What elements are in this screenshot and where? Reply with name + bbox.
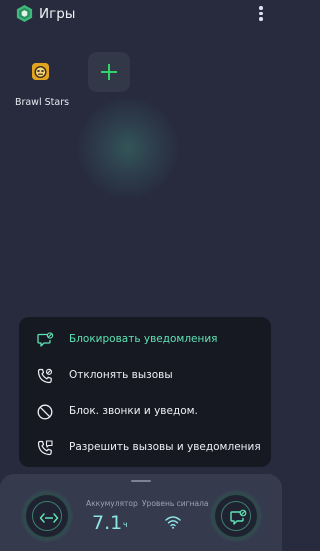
shield-hexagon-logo-icon <box>16 4 33 23</box>
battery-value: 7.1 <box>92 512 123 534</box>
phone-chat-icon <box>37 440 53 456</box>
more-vertical-icon[interactable] <box>254 6 268 22</box>
wifi-icon <box>165 516 181 529</box>
background-glow <box>78 98 178 198</box>
game-label: Brawl Stars <box>14 97 70 108</box>
menu-item-block-notifications[interactable]: Блокировать уведомления <box>19 322 271 358</box>
battery-label: Аккумулятор <box>86 499 138 508</box>
menu-item-label: Разрешить вызовы и уведомления <box>69 441 261 453</box>
menu-item-label: Блок. звонки и уведом. <box>69 405 198 417</box>
game-assistant-panel: Аккумулятор Уровень сигнала 7.1 ч <box>0 474 282 551</box>
phone-block-icon <box>37 368 53 384</box>
menu-item-label: Отклонять вызовы <box>69 369 173 381</box>
swap-arrows-icon <box>39 513 59 523</box>
plus-icon <box>101 64 117 80</box>
add-game-button[interactable] <box>88 52 130 92</box>
notification-mode-button[interactable] <box>213 493 259 539</box>
signal-label: Уровень сигнала <box>142 499 209 508</box>
menu-item-allow-calls-notifications[interactable]: Разрешить вызовы и уведомления <box>19 430 271 466</box>
circle-slash-icon <box>37 404 53 420</box>
brawl-stars-icon <box>32 63 49 80</box>
chat-bubble-block-icon <box>37 332 54 347</box>
drag-handle[interactable] <box>131 480 151 482</box>
header: Игры <box>0 0 282 30</box>
menu-item-reject-calls[interactable]: Отклонять вызовы <box>19 358 271 394</box>
page-title: Игры <box>39 6 76 22</box>
game-mode-menu: Блокировать уведомления Отклонять вызовы… <box>19 317 271 467</box>
menu-item-label: Блокировать уведомления <box>69 333 218 345</box>
battery-unit: ч <box>123 520 128 529</box>
menu-item-block-calls-notifications[interactable]: Блок. звонки и уведом. <box>19 394 271 430</box>
swap-mode-button[interactable] <box>24 493 70 539</box>
chat-bubble-block-icon <box>230 509 247 525</box>
